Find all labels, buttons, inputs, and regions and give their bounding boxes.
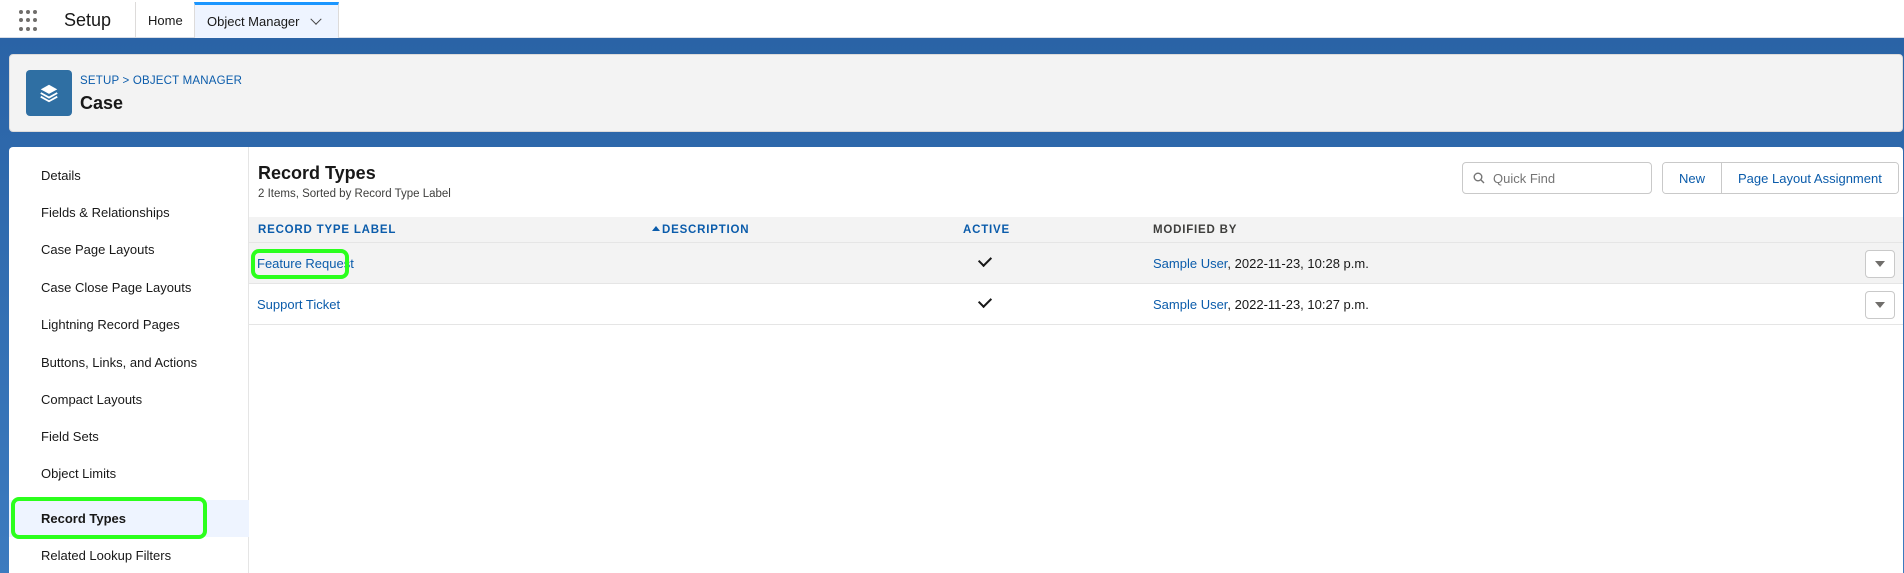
section-title: Record Types (258, 163, 376, 183)
new-button[interactable]: New (1663, 163, 1722, 193)
sidebar-item-record-types[interactable]: Record Types (9, 500, 249, 537)
column-header-description[interactable]: DESCRIPTION (662, 224, 749, 236)
column-header-record-type-label[interactable]: RECORD TYPE LABEL (258, 224, 396, 236)
tab-object-manager-label: Object Manager (207, 14, 300, 29)
app-launcher-icon[interactable] (19, 10, 41, 32)
sidebar-item-lightning-record-pages[interactable]: Lightning Record Pages (9, 306, 249, 343)
modified-by-cell: Sample User, 2022-11-23, 10:28 p.m. (1153, 256, 1369, 271)
sort-ascending-icon (652, 226, 660, 231)
sidebar-item-object-limits[interactable]: Object Limits (9, 455, 249, 492)
section-subtitle: 2 Items, Sorted by Record Type Label (258, 188, 451, 200)
tab-object-manager[interactable]: Object Manager (194, 2, 339, 38)
modified-by-user-link[interactable]: Sample User (1153, 256, 1227, 271)
modified-by-cell: Sample User, 2022-11-23, 10:27 p.m. (1153, 297, 1369, 312)
main-card: Details Fields & Relationships Case Page… (9, 147, 1903, 573)
sidebar-item-field-sets[interactable]: Field Sets (9, 418, 249, 455)
sidebar-item-buttons-links-actions[interactable]: Buttons, Links, and Actions (9, 344, 249, 381)
quick-find-input[interactable] (1493, 170, 1643, 186)
record-type-link-support-ticket[interactable]: Support Ticket (257, 297, 340, 312)
sidebar-item-case-close-page-layouts[interactable]: Case Close Page Layouts (9, 269, 249, 306)
column-header-active[interactable]: ACTIVE (963, 224, 1010, 236)
table-row: Support Ticket Sample User, 2022-11-23, … (249, 284, 1903, 325)
breadcrumb[interactable]: SETUP > OBJECT MANAGER (80, 75, 242, 87)
quick-find-box[interactable] (1462, 162, 1652, 194)
modified-date: , 2022-11-23, 10:27 p.m. (1227, 297, 1369, 312)
page-title: Case (80, 93, 124, 113)
sidebar-item-fields-relationships[interactable]: Fields & Relationships (9, 194, 249, 231)
action-button-group: New Page Layout Assignment (1662, 162, 1899, 194)
sidebar-item-details[interactable]: Details (9, 157, 249, 194)
sidebar-item-related-lookup-filters[interactable]: Related Lookup Filters (9, 537, 249, 573)
table-row: Feature Request Sample User, 2022-11-23,… (249, 243, 1903, 284)
checkmark-icon (977, 252, 993, 268)
column-header-modified-by: MODIFIED BY (1153, 224, 1238, 236)
search-icon (1473, 172, 1485, 184)
app-name: Setup (64, 10, 112, 30)
table-header: RECORD TYPE LABEL DESCRIPTION ACTIVE MOD… (249, 217, 1903, 243)
tab-home[interactable]: Home (135, 2, 194, 38)
chevron-down-icon[interactable] (309, 13, 322, 25)
global-nav: Setup Home Object Manager (0, 0, 1904, 38)
record-type-link-feature-request[interactable]: Feature Request (257, 256, 354, 271)
row-actions-icon[interactable] (1865, 291, 1895, 319)
checkmark-icon (977, 293, 993, 309)
record-types-panel: Record Types 2 Items, Sorted by Record T… (249, 147, 1903, 573)
layers-icon (26, 70, 72, 116)
page-layout-assignment-button[interactable]: Page Layout Assignment (1721, 163, 1898, 193)
row-actions-icon[interactable] (1865, 250, 1895, 278)
object-sidebar: Details Fields & Relationships Case Page… (9, 147, 249, 573)
sidebar-item-compact-layouts[interactable]: Compact Layouts (9, 381, 249, 418)
sidebar-item-case-page-layouts[interactable]: Case Page Layouts (9, 231, 249, 268)
modified-by-user-link[interactable]: Sample User (1153, 297, 1227, 312)
object-header: SETUP > OBJECT MANAGER Case (9, 54, 1903, 132)
modified-date: , 2022-11-23, 10:28 p.m. (1227, 256, 1369, 271)
